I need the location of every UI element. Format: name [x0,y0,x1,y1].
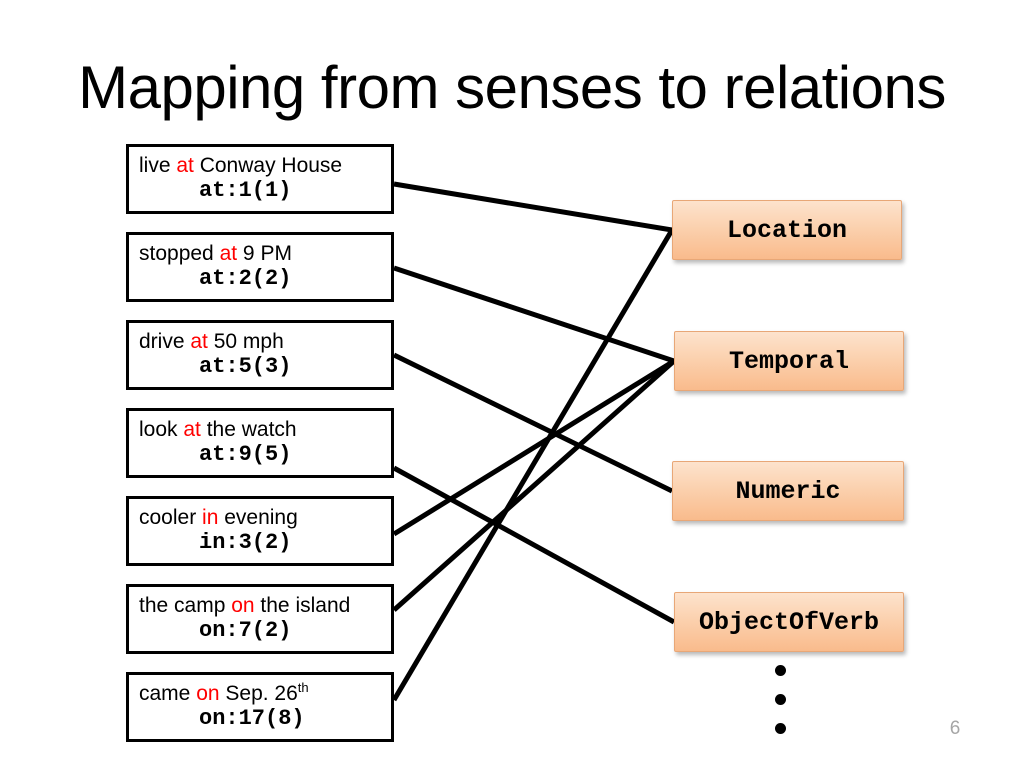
phrase-suffix: Conway House [193,154,343,177]
sense-phrase: the camp on the island [139,594,391,618]
ellipsis-dot [775,665,786,676]
sense-box[interactable]: stopped at 9 PM at:2(2) [126,232,394,302]
preposition-highlight: in [202,506,219,529]
ellipsis-dot [775,694,786,705]
phrase-suffix: Sep. 26 [219,682,298,705]
sense-key: on:17(8) [199,705,305,731]
relation-box[interactable]: ObjectOfVerb [674,592,904,652]
relation-label: Numeric [735,476,841,506]
phrase-suffix: the island [254,594,351,617]
phrase-prefix: live [139,154,177,177]
phrase-prefix: look [139,418,184,441]
sense-box[interactable]: live at Conway House at:1(1) [126,144,394,214]
relation-box[interactable]: Temporal [674,331,904,391]
slide-canvas: Mapping from senses to relations live at… [0,0,1024,768]
sense-phrase: drive at 50 mph [139,330,391,354]
page-number: 6 [949,718,961,739]
mapping-edge [393,265,675,364]
ellipsis-dot [775,723,786,734]
sense-box[interactable]: drive at 50 mph at:5(3) [126,320,394,390]
phrase-suffix: evening [218,506,298,529]
page-title: Mapping from senses to relations [78,54,946,121]
sense-phrase: stopped at 9 PM [139,242,391,266]
sense-box[interactable]: look at the watch at:9(5) [126,408,394,478]
sense-key: at:1(1) [199,177,292,203]
mapping-edge [391,228,675,702]
relation-box[interactable]: Numeric [672,461,904,521]
phrase-prefix: stopped [139,242,220,265]
preposition-highlight: at [219,242,238,265]
phrase-prefix: cooler [139,506,203,529]
sense-key: at:2(2) [199,265,292,291]
vertical-ellipsis-icon [775,665,795,753]
phrase-suffix: 50 mph [207,330,284,353]
sense-box[interactable]: cooler in evening in:3(2) [126,496,394,566]
phrase-suffix: 9 PM [237,242,292,265]
mapping-edge [392,359,676,612]
sense-phrase: cooler in evening [139,506,391,530]
mapping-edge [392,465,676,625]
phrase-suffix: the watch [200,418,297,441]
relation-label: Temporal [728,346,850,376]
mapping-edge [392,358,676,537]
relation-box[interactable]: Location [672,200,902,260]
ordinal-suffix: th [297,680,309,695]
mapping-edge [393,181,673,233]
preposition-highlight: on [196,682,220,705]
mapping-edge [392,352,674,494]
preposition-highlight: at [183,418,201,441]
sense-key: on:7(2) [199,617,292,643]
preposition-highlight: at [176,154,194,177]
sense-box[interactable]: came on Sep. 26th on:17(8) [126,672,394,742]
sense-box[interactable]: the camp on the island on:7(2) [126,584,394,654]
sense-key: at:5(3) [199,353,292,379]
preposition-highlight: on [231,594,255,617]
sense-key: in:3(2) [199,529,292,555]
phrase-prefix: the camp [139,594,232,617]
phrase-prefix: came [139,682,197,705]
sense-phrase: live at Conway House [139,154,391,178]
relation-label: ObjectOfVerb [698,607,880,637]
phrase-prefix: drive [139,330,191,353]
sense-phrase: look at the watch [139,418,391,442]
relation-label: Location [726,215,848,245]
preposition-highlight: at [190,330,208,353]
sense-phrase: came on Sep. 26th [139,680,391,706]
sense-key: at:9(5) [199,441,292,467]
